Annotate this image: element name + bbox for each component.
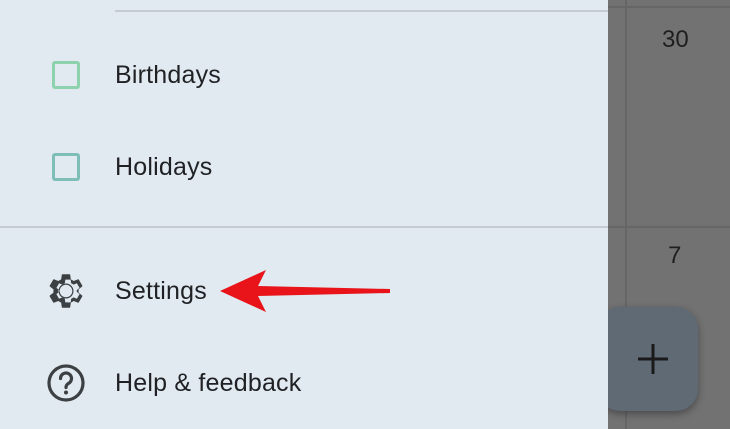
create-event-button[interactable] [598,307,698,411]
calendar-grid-line [608,226,730,228]
menu-item-help-feedback[interactable]: Help & feedback [0,353,608,413]
birthdays-checkbox-icon[interactable] [52,61,80,89]
holidays-checkbox-icon[interactable] [52,153,80,181]
calendar-item-birthdays[interactable]: Birthdays [0,45,608,105]
calendar-grid-line [608,6,730,8]
divider [0,226,608,228]
calendar-date-7[interactable]: 7 [668,242,681,270]
calendar-item-holidays[interactable]: Holidays [0,137,608,197]
plus-icon [638,344,668,374]
menu-item-label: Help & feedback [115,368,302,397]
navigation-drawer: Birthdays Holidays Settings Help & feedb… [0,0,608,429]
calendar-item-label: Birthdays [115,60,222,89]
calendar-item-label: Holidays [115,152,213,181]
red-arrow-icon [220,270,390,312]
gear-icon [44,269,88,313]
divider [115,10,608,12]
calendar-date-30[interactable]: 30 [662,26,689,54]
menu-item-label: Settings [115,276,207,305]
help-circle-icon [44,361,88,405]
